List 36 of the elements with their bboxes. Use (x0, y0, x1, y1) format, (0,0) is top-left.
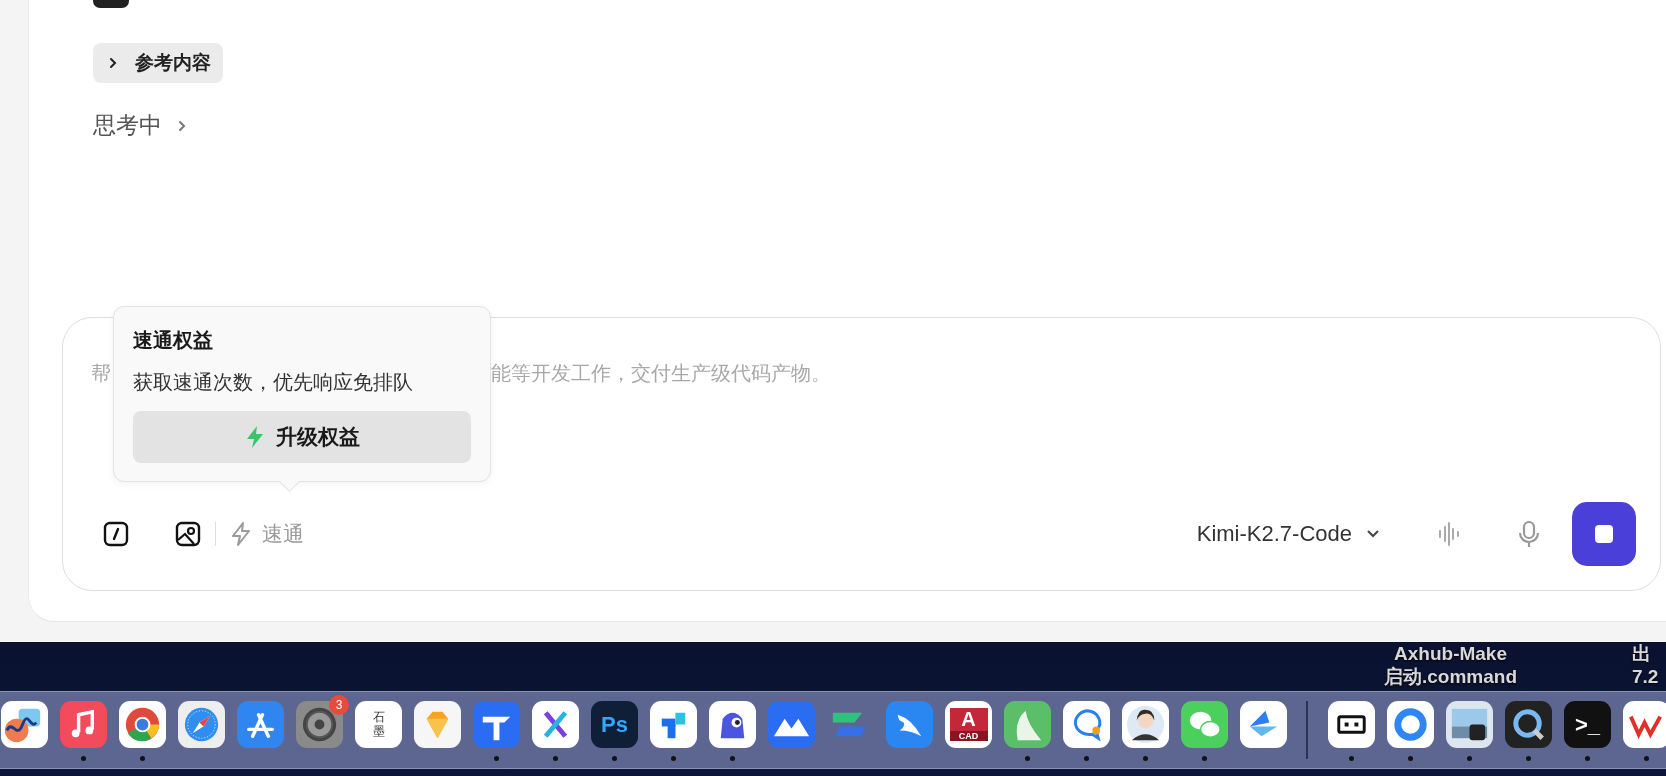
slash-command-icon[interactable] (103, 521, 129, 547)
model-selector[interactable]: Kimi-K2.7-Code (1196, 521, 1380, 547)
dock-app[interactable] (1328, 701, 1375, 748)
upgrade-button[interactable]: 升级权益 (133, 411, 471, 463)
code-block-edge (93, 0, 129, 8)
desktop-file-label[interactable]: 启动.command (1384, 665, 1518, 688)
lightning-icon (244, 425, 266, 449)
dock-app[interactable] (1446, 701, 1493, 748)
dock-app[interactable]: >_ (1564, 701, 1611, 748)
dock-app[interactable]: Ps (591, 701, 638, 748)
tooltip-description: 获取速通次数，优先响应免排队 (133, 370, 414, 395)
dock-app[interactable] (1505, 701, 1552, 748)
dock-app[interactable] (1, 701, 48, 748)
image-icon[interactable] (175, 521, 201, 547)
references-toggle[interactable]: 参考内容 (93, 43, 223, 83)
logo-text: 石墨 (372, 711, 385, 738)
dock-app[interactable]: A CAD (945, 701, 992, 748)
desktop-file-label[interactable]: 出 (1632, 642, 1651, 665)
dock-app[interactable]: 石墨 (355, 701, 402, 748)
thinking-toggle[interactable]: 思考中 (93, 110, 188, 141)
logo-caption: CAD (949, 731, 988, 741)
chevron-down-icon (1366, 529, 1380, 539)
placeholder-text: 能等开发工作，交付生产级代码产物。 (491, 360, 831, 386)
lightning-icon (230, 522, 252, 546)
dock-app[interactable] (1122, 701, 1169, 748)
placeholder-text: 帮 (91, 360, 111, 386)
stop-button[interactable] (1572, 502, 1636, 566)
desktop-file-label[interactable]: Axhub-Make (1394, 642, 1507, 665)
mountains-icon (768, 701, 815, 748)
logo-letter: A (949, 708, 988, 731)
logo-text: Ps (601, 711, 628, 738)
logo-text: >_ (1574, 711, 1601, 738)
microphone-icon[interactable] (1516, 520, 1542, 548)
desktop-file-label[interactable]: 7.2 (1632, 665, 1659, 688)
notification-badge: 3 (329, 695, 349, 715)
tooltip-title: 速通权益 (133, 328, 214, 353)
